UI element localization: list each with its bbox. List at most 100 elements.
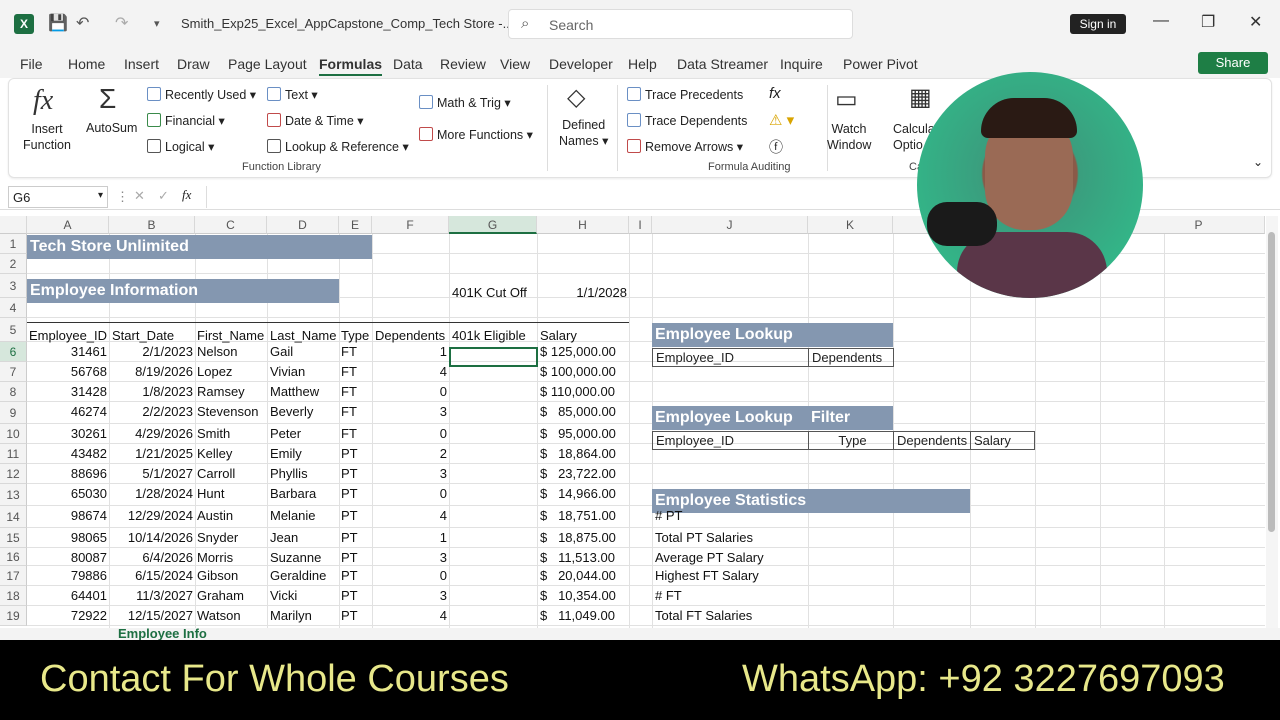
table-cell[interactable]: 72922 [27,607,107,625]
row-header[interactable]: 15 [0,528,27,548]
table-cell[interactable]: 4 [372,607,447,625]
table-cell[interactable]: 4 [372,507,447,525]
table-cell[interactable]: $ 10,354.00 [540,587,626,605]
customize-qat-icon[interactable]: ▾ [154,14,160,34]
row-header[interactable]: 16 [0,548,27,566]
table-cell[interactable]: PT [341,607,371,625]
row-header[interactable]: 14 [0,506,27,528]
table-cell[interactable]: Austin [197,507,267,525]
save-icon[interactable]: 💾 [48,14,68,34]
column-header[interactable]: C [195,216,267,234]
table-cell[interactable]: Phyllis [270,465,340,483]
table-cell[interactable]: FT [341,363,371,381]
insert-function-button[interactable]: Insert Function [23,121,71,153]
row-header[interactable]: 7 [0,362,27,382]
vertical-scrollbar[interactable] [1266,216,1278,628]
close-icon[interactable]: ✕ [1249,12,1262,32]
column-header[interactable]: I [629,216,652,234]
table-cell[interactable]: FT [341,425,371,443]
table-cell[interactable]: Peter [270,425,340,443]
table-cell[interactable]: Suzanne [270,549,340,567]
table-cell[interactable]: 3 [372,587,447,605]
tab-draw[interactable]: Draw [177,56,210,72]
table-cell[interactable]: 31461 [27,343,107,361]
table-cell[interactable]: 10/14/2026 [109,529,193,547]
table-cell[interactable]: 2 [372,445,447,463]
row-header[interactable]: 3 [0,274,27,298]
table-cell[interactable]: $ 18,875.00 [540,529,626,547]
table-cell[interactable]: Watson [197,607,267,625]
column-header[interactable]: A [27,216,109,234]
table-cell[interactable]: $ 14,966.00 [540,485,626,503]
table-cell[interactable]: 11/3/2027 [109,587,193,605]
table-cell[interactable]: PT [341,485,371,503]
table-cell[interactable]: $ 95,000.00 [540,425,626,443]
minimize-icon[interactable]: — [1153,12,1169,30]
table-cell[interactable]: Kelley [197,445,267,463]
select-all-corner[interactable] [0,216,27,234]
table-cell[interactable]: $ 11,513.00 [540,549,626,567]
column-header[interactable]: H [537,216,629,234]
row-header[interactable]: 2 [0,254,27,274]
table-cell[interactable]: Snyder [197,529,267,547]
row-header[interactable]: 19 [0,606,27,626]
table-cell[interactable]: 12/15/2027 [109,607,193,625]
logical-button[interactable]: Logical ▾ [147,139,214,154]
table-cell[interactable]: 64401 [27,587,107,605]
table-cell[interactable]: 0 [372,383,447,401]
table-cell[interactable]: Marilyn [270,607,340,625]
restore-icon[interactable]: ❐ [1201,12,1215,32]
table-cell[interactable]: 6/15/2024 [109,567,193,585]
table-cell[interactable]: 3 [372,549,447,567]
table-cell[interactable]: $ 18,864.00 [540,445,626,463]
row-header[interactable]: 5 [0,318,27,342]
table-cell[interactable]: PT [341,587,371,605]
tab-review[interactable]: Review [440,56,486,72]
tab-formulas[interactable]: Formulas [319,56,383,76]
table-cell[interactable]: Jean [270,529,340,547]
scrollbar-thumb[interactable] [1268,232,1275,532]
tab-insert[interactable]: Insert [124,56,159,72]
table-cell[interactable]: FT [341,383,371,401]
table-cell[interactable]: $ 85,000.00 [540,403,626,421]
remove-arrows-button[interactable]: Remove Arrows ▾ [627,139,743,154]
table-cell[interactable]: Stevenson [197,403,267,421]
tab-page-layout[interactable]: Page Layout [228,56,307,72]
tab-file[interactable]: File [20,56,43,72]
table-cell[interactable]: 3 [372,465,447,483]
table-cell[interactable]: 46274 [27,403,107,421]
table-cell[interactable]: Carroll [197,465,267,483]
insert-function-icon[interactable]: fx [182,187,191,203]
financial-button[interactable]: Financial ▾ [147,113,225,128]
table-cell[interactable]: $ 100,000.00 [540,363,626,381]
table-cell[interactable]: Hunt [197,485,267,503]
active-cell-g6[interactable] [449,347,538,367]
table-cell[interactable]: PT [341,567,371,585]
table-cell[interactable]: Gibson [197,567,267,585]
table-cell[interactable]: $ 11,049.00 [540,607,626,625]
column-header[interactable]: D [267,216,339,234]
trace-precedents-button[interactable]: Trace Precedents [627,87,743,102]
show-formulas-icon[interactable]: fx [769,85,781,102]
table-cell[interactable]: $ 20,044.00 [540,567,626,585]
lookup1-employee-id[interactable]: Employee_ID [652,348,809,367]
table-cell[interactable]: Vicki [270,587,340,605]
lookup2-dependents[interactable]: Dependents [893,431,971,450]
table-cell[interactable]: 4 [372,363,447,381]
more-functions-button[interactable]: More Functions ▾ [419,127,533,142]
table-cell[interactable]: $ 110,000.00 [540,383,626,401]
name-box[interactable]: G6 ▾ [8,186,108,208]
search-input[interactable]: ⌕ Search [508,9,853,39]
row-header[interactable]: 11 [0,444,27,464]
sign-in-button[interactable]: Sign in [1070,14,1126,34]
table-cell[interactable]: Ramsey [197,383,267,401]
row-header[interactable]: 6 [0,342,27,362]
table-cell[interactable]: Melanie [270,507,340,525]
table-cell[interactable]: Nelson [197,343,267,361]
enter-icon[interactable]: ✓ [158,188,169,204]
evaluate-formula-icon[interactable]: ⓕ [769,137,783,157]
table-cell[interactable]: 12/29/2024 [109,507,193,525]
table-cell[interactable]: 2/1/2023 [109,343,193,361]
math-trig-button[interactable]: Math & Trig ▾ [419,95,511,110]
table-cell[interactable]: Beverly [270,403,340,421]
